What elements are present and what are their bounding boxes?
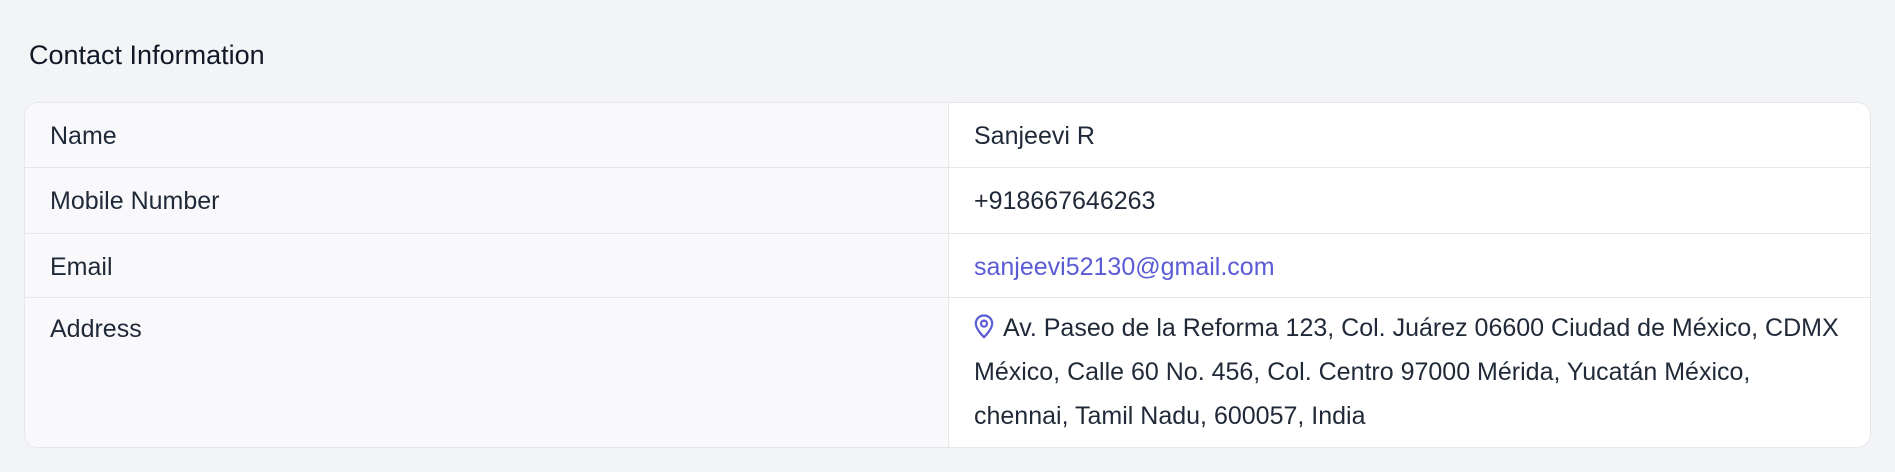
address-value-cell: Av. Paseo de la Reforma 123, Col. Juárez… bbox=[949, 298, 1870, 447]
address-label: Address bbox=[25, 298, 949, 447]
table-row-address: Address Av. Paseo de la Reforma 123, Col… bbox=[25, 298, 1870, 447]
name-value: Sanjeevi R bbox=[974, 122, 1095, 150]
table-row-mobile: Mobile Number +918667646263 bbox=[25, 168, 1870, 234]
table-row-name: Name Sanjeevi R bbox=[25, 103, 1870, 168]
contact-info-table: Name Sanjeevi R Mobile Number +918667646… bbox=[24, 102, 1871, 448]
address-value: Av. Paseo de la Reforma 123, Col. Juárez… bbox=[974, 314, 1839, 430]
section-title: Contact Information bbox=[29, 40, 265, 70]
table-row-email: Email sanjeevi52130@gmail.com bbox=[25, 234, 1870, 298]
name-label: Name bbox=[25, 103, 949, 167]
mobile-number-label: Mobile Number bbox=[25, 168, 949, 233]
mobile-number-value: +918667646263 bbox=[974, 187, 1156, 215]
email-value-cell: sanjeevi52130@gmail.com bbox=[949, 234, 1870, 297]
email-link[interactable]: sanjeevi52130@gmail.com bbox=[974, 253, 1275, 281]
map-pin-icon bbox=[974, 314, 994, 339]
email-label: Email bbox=[25, 234, 949, 297]
